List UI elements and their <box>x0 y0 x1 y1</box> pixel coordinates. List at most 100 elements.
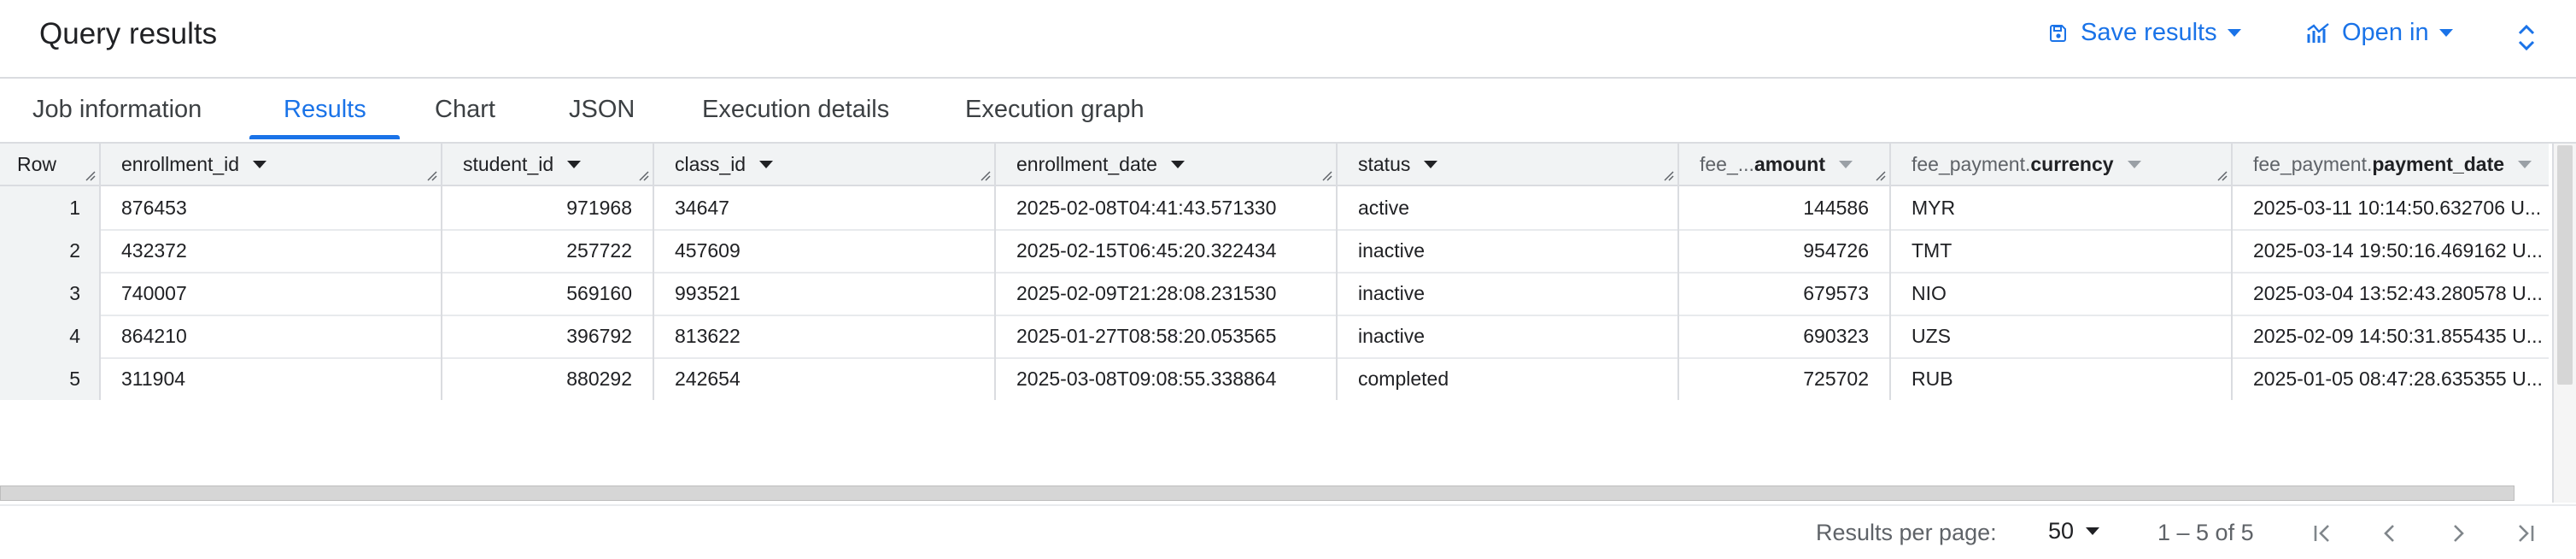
save-icon <box>2050 24 2066 42</box>
chevron-right-icon[interactable] <box>2443 518 2474 549</box>
column-header-class-id[interactable]: class_id <box>654 144 996 185</box>
cell-enrollment-id[interactable]: 740007 <box>101 272 442 315</box>
unfold-icon[interactable] <box>2515 22 2538 53</box>
row-number: 1 <box>0 186 101 229</box>
cell-enrollment-date[interactable]: 2025-03-08T09:08:55.338864 <box>996 357 1338 400</box>
cell-status[interactable]: active <box>1338 186 1679 229</box>
resize-handle-icon[interactable] <box>2217 171 2228 181</box>
resize-handle-icon[interactable] <box>85 171 96 181</box>
tab-chart[interactable]: Chart <box>435 96 495 124</box>
column-header-enrollment-date[interactable]: enrollment_date <box>996 144 1338 185</box>
cell-fee-currency[interactable]: NIO <box>1891 272 2233 315</box>
column-header-fee-currency[interactable]: fee_payment.currency <box>1891 144 2233 185</box>
cell-student-id[interactable]: 569160 <box>442 272 654 315</box>
results-per-page-select[interactable]: 50 <box>2048 518 2100 544</box>
cell-class-id[interactable]: 993521 <box>654 272 996 315</box>
column-header-fee-payment-date[interactable]: fee_payment.payment_date <box>2233 144 2549 185</box>
column-header-student-id[interactable]: student_id <box>442 144 654 185</box>
column-header-label: enrollment_date <box>1016 152 1157 175</box>
cell-student-id[interactable]: 257722 <box>442 229 654 272</box>
sort-caret-icon[interactable] <box>1839 160 1853 168</box>
cell-status[interactable]: inactive <box>1338 272 1679 315</box>
sort-caret-icon[interactable] <box>253 160 267 168</box>
column-header-label: student_id <box>463 152 554 175</box>
cell-status[interactable]: completed <box>1338 357 1679 400</box>
cell-fee-amount[interactable]: 679573 <box>1679 272 1891 315</box>
active-tab-indicator <box>249 135 400 139</box>
cell-student-id[interactable]: 971968 <box>442 186 654 229</box>
cell-fee-amount[interactable]: 690323 <box>1679 315 1891 357</box>
open-in-label: Open in <box>2342 19 2429 46</box>
sort-caret-icon[interactable] <box>2127 160 2141 168</box>
results-table: Row enrollment_id student_id class_id en… <box>0 144 2549 400</box>
column-header-label: fee_payment.currency <box>1912 152 2114 175</box>
cell-fee-payment-date[interactable]: 2025-03-11 10:14:50.632706 U... <box>2233 186 2549 229</box>
row-number: 4 <box>0 315 101 357</box>
sort-caret-icon[interactable] <box>2518 160 2532 168</box>
column-header-enrollment-id[interactable]: enrollment_id <box>101 144 442 185</box>
row-number: 5 <box>0 357 101 400</box>
resize-handle-icon[interactable] <box>1664 171 1674 181</box>
chevron-down-icon <box>2438 29 2453 37</box>
tab-json[interactable]: JSON <box>569 96 635 124</box>
column-header-status[interactable]: status <box>1338 144 1679 185</box>
cell-enrollment-id[interactable]: 311904 <box>101 357 442 400</box>
horizontal-scrollbar[interactable] <box>0 485 2515 501</box>
cell-fee-amount[interactable]: 144586 <box>1679 186 1891 229</box>
vertical-scrollbar-thumb[interactable] <box>2557 145 2573 385</box>
first-page-icon[interactable] <box>2308 518 2339 549</box>
column-header-label: fee_payment.payment_date <box>2253 152 2505 175</box>
resize-handle-icon[interactable] <box>639 171 649 181</box>
chevron-down-icon <box>2086 527 2100 535</box>
tab-results[interactable]: Results <box>284 96 366 124</box>
cell-fee-amount[interactable]: 725702 <box>1679 357 1891 400</box>
cell-enrollment-id[interactable]: 876453 <box>101 186 442 229</box>
resize-handle-icon[interactable] <box>1876 171 1886 181</box>
sort-caret-icon[interactable] <box>1424 160 1438 168</box>
table-header-row: Row enrollment_id student_id class_id en… <box>0 144 2549 186</box>
cell-enrollment-date[interactable]: 2025-01-27T08:58:20.053565 <box>996 315 1338 357</box>
sort-caret-icon[interactable] <box>1170 160 1185 168</box>
resize-handle-icon[interactable] <box>1322 171 1332 181</box>
cell-student-id[interactable]: 880292 <box>442 357 654 400</box>
save-results-button[interactable]: Save results <box>2048 19 2241 47</box>
cell-fee-currency[interactable]: TMT <box>1891 229 2233 272</box>
cell-fee-payment-date[interactable]: 2025-02-09 14:50:31.855435 U... <box>2233 315 2549 357</box>
cell-class-id[interactable]: 242654 <box>654 357 996 400</box>
cell-class-id[interactable]: 813622 <box>654 315 996 357</box>
cell-class-id[interactable]: 34647 <box>654 186 996 229</box>
sort-caret-icon[interactable] <box>759 160 774 168</box>
cell-enrollment-date[interactable]: 2025-02-08T04:41:43.571330 <box>996 186 1338 229</box>
cell-fee-currency[interactable]: MYR <box>1891 186 2233 229</box>
cell-status[interactable]: inactive <box>1338 229 1679 272</box>
table-row: 5 311904 880292 242654 2025-03-08T09:08:… <box>0 357 2549 400</box>
column-header-fee-amount[interactable]: fee_...amount <box>1679 144 1891 185</box>
column-header-label: fee_...amount <box>1700 152 1825 175</box>
cell-fee-currency[interactable]: RUB <box>1891 357 2233 400</box>
tab-execution-details[interactable]: Execution details <box>702 96 889 124</box>
sort-caret-icon[interactable] <box>567 160 582 168</box>
cell-fee-currency[interactable]: UZS <box>1891 315 2233 357</box>
tab-execution-graph[interactable]: Execution graph <box>965 96 1145 124</box>
table-row: 3 740007 569160 993521 2025-02-09T21:28:… <box>0 272 2549 316</box>
cell-enrollment-date[interactable]: 2025-02-09T21:28:08.231530 <box>996 272 1338 315</box>
cell-status[interactable]: inactive <box>1338 315 1679 357</box>
resize-handle-icon[interactable] <box>427 171 437 181</box>
cell-fee-payment-date[interactable]: 2025-03-04 13:52:43.280578 U... <box>2233 272 2549 315</box>
tab-job-information[interactable]: Job information <box>32 96 202 124</box>
last-page-icon[interactable] <box>2509 518 2540 549</box>
cell-class-id[interactable]: 457609 <box>654 229 996 272</box>
cell-fee-amount[interactable]: 954726 <box>1679 229 1891 272</box>
cell-fee-payment-date[interactable]: 2025-01-05 08:47:28.635355 U... <box>2233 357 2549 400</box>
cell-enrollment-date[interactable]: 2025-02-15T06:45:20.322434 <box>996 229 1338 272</box>
open-in-button[interactable]: Open in <box>2306 19 2453 47</box>
chart-icon <box>2307 22 2329 43</box>
chevron-down-icon <box>2227 29 2241 37</box>
cell-enrollment-id[interactable]: 864210 <box>101 315 442 357</box>
cell-fee-payment-date[interactable]: 2025-03-14 19:50:16.469162 U... <box>2233 229 2549 272</box>
resize-handle-icon[interactable] <box>981 171 991 181</box>
row-number: 3 <box>0 272 101 315</box>
cell-student-id[interactable]: 396792 <box>442 315 654 357</box>
chevron-left-icon[interactable] <box>2374 518 2405 549</box>
cell-enrollment-id[interactable]: 432372 <box>101 229 442 272</box>
